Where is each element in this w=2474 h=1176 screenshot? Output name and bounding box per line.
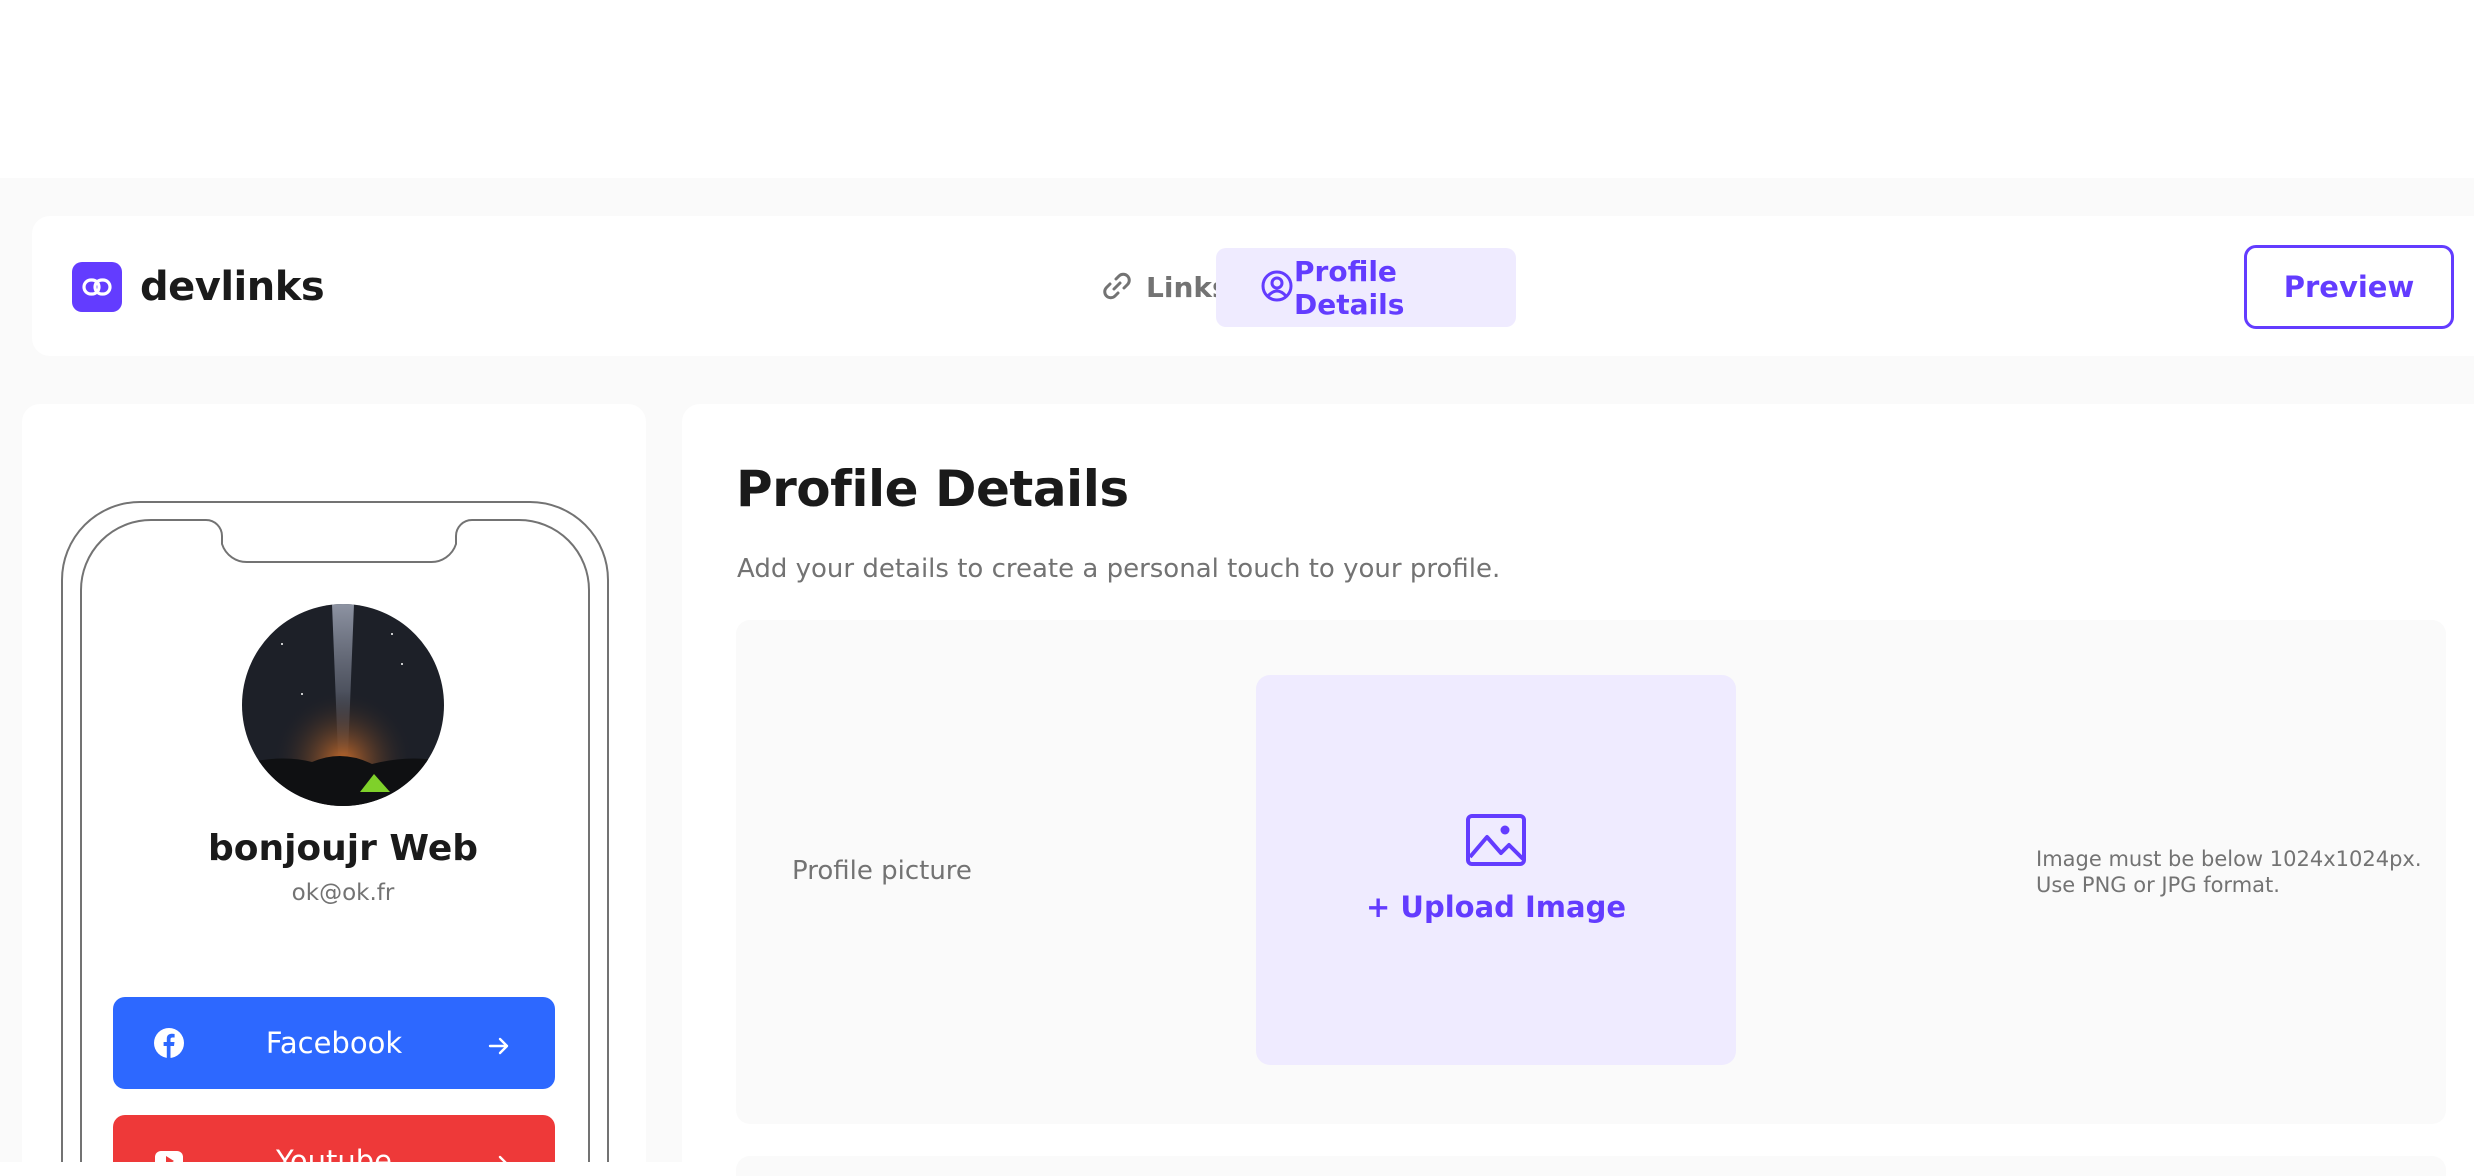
facebook-icon <box>153 1027 185 1059</box>
app-logo: devlinks <box>72 262 325 312</box>
preview-link-youtube[interactable]: Youtube <box>113 1115 555 1162</box>
profile-picture-label: Profile picture <box>792 856 972 886</box>
tab-profile-details[interactable]: Profile Details <box>1216 248 1516 327</box>
upload-image-label: + Upload Image <box>1366 890 1626 924</box>
avatar <box>242 604 444 806</box>
image-requirements-hint: Image must be below 1024x1024px. Use PNG… <box>2036 846 2422 898</box>
app-name: devlinks <box>140 264 325 310</box>
profile-picture-section: Profile picture + Upload Image Image mus… <box>736 620 2446 1124</box>
preview-profile-name: bonjoujr Web <box>207 828 479 869</box>
youtube-icon <box>153 1145 185 1162</box>
tab-profile-details-label: Profile Details <box>1294 254 1405 321</box>
profile-details-panel: Profile Details Add your details to crea… <box>682 404 2474 1176</box>
preview-profile-email: ok@ok.fr <box>291 880 395 906</box>
image-hint-line-1: Image must be below 1024x1024px. <box>2036 847 2422 871</box>
page-subtitle: Add your details to create a personal to… <box>737 554 1501 584</box>
arrow-right-icon <box>487 1149 511 1162</box>
preview-link-facebook[interactable]: Facebook <box>113 997 555 1089</box>
image-icon <box>1465 813 1527 867</box>
phone-preview-panel: bonjoujr Web ok@ok.fr Facebook Youtube <box>22 404 646 1162</box>
preview-button[interactable]: Preview <box>2244 245 2454 329</box>
top-navigation: devlinks Links Profile Details Preview <box>32 216 2474 356</box>
image-hint-line-2: Use PNG or JPG format. <box>2036 873 2280 897</box>
upload-image-button[interactable]: + Upload Image <box>1256 675 1736 1065</box>
link-icon <box>1100 269 1134 303</box>
page-title: Profile Details <box>736 460 1129 518</box>
profile-fields-section <box>736 1156 2446 1176</box>
arrow-right-icon <box>487 1031 511 1055</box>
user-circle-icon <box>1260 269 1294 303</box>
tab-links[interactable]: Links <box>1064 248 1234 327</box>
logo-link-icon <box>72 262 122 312</box>
